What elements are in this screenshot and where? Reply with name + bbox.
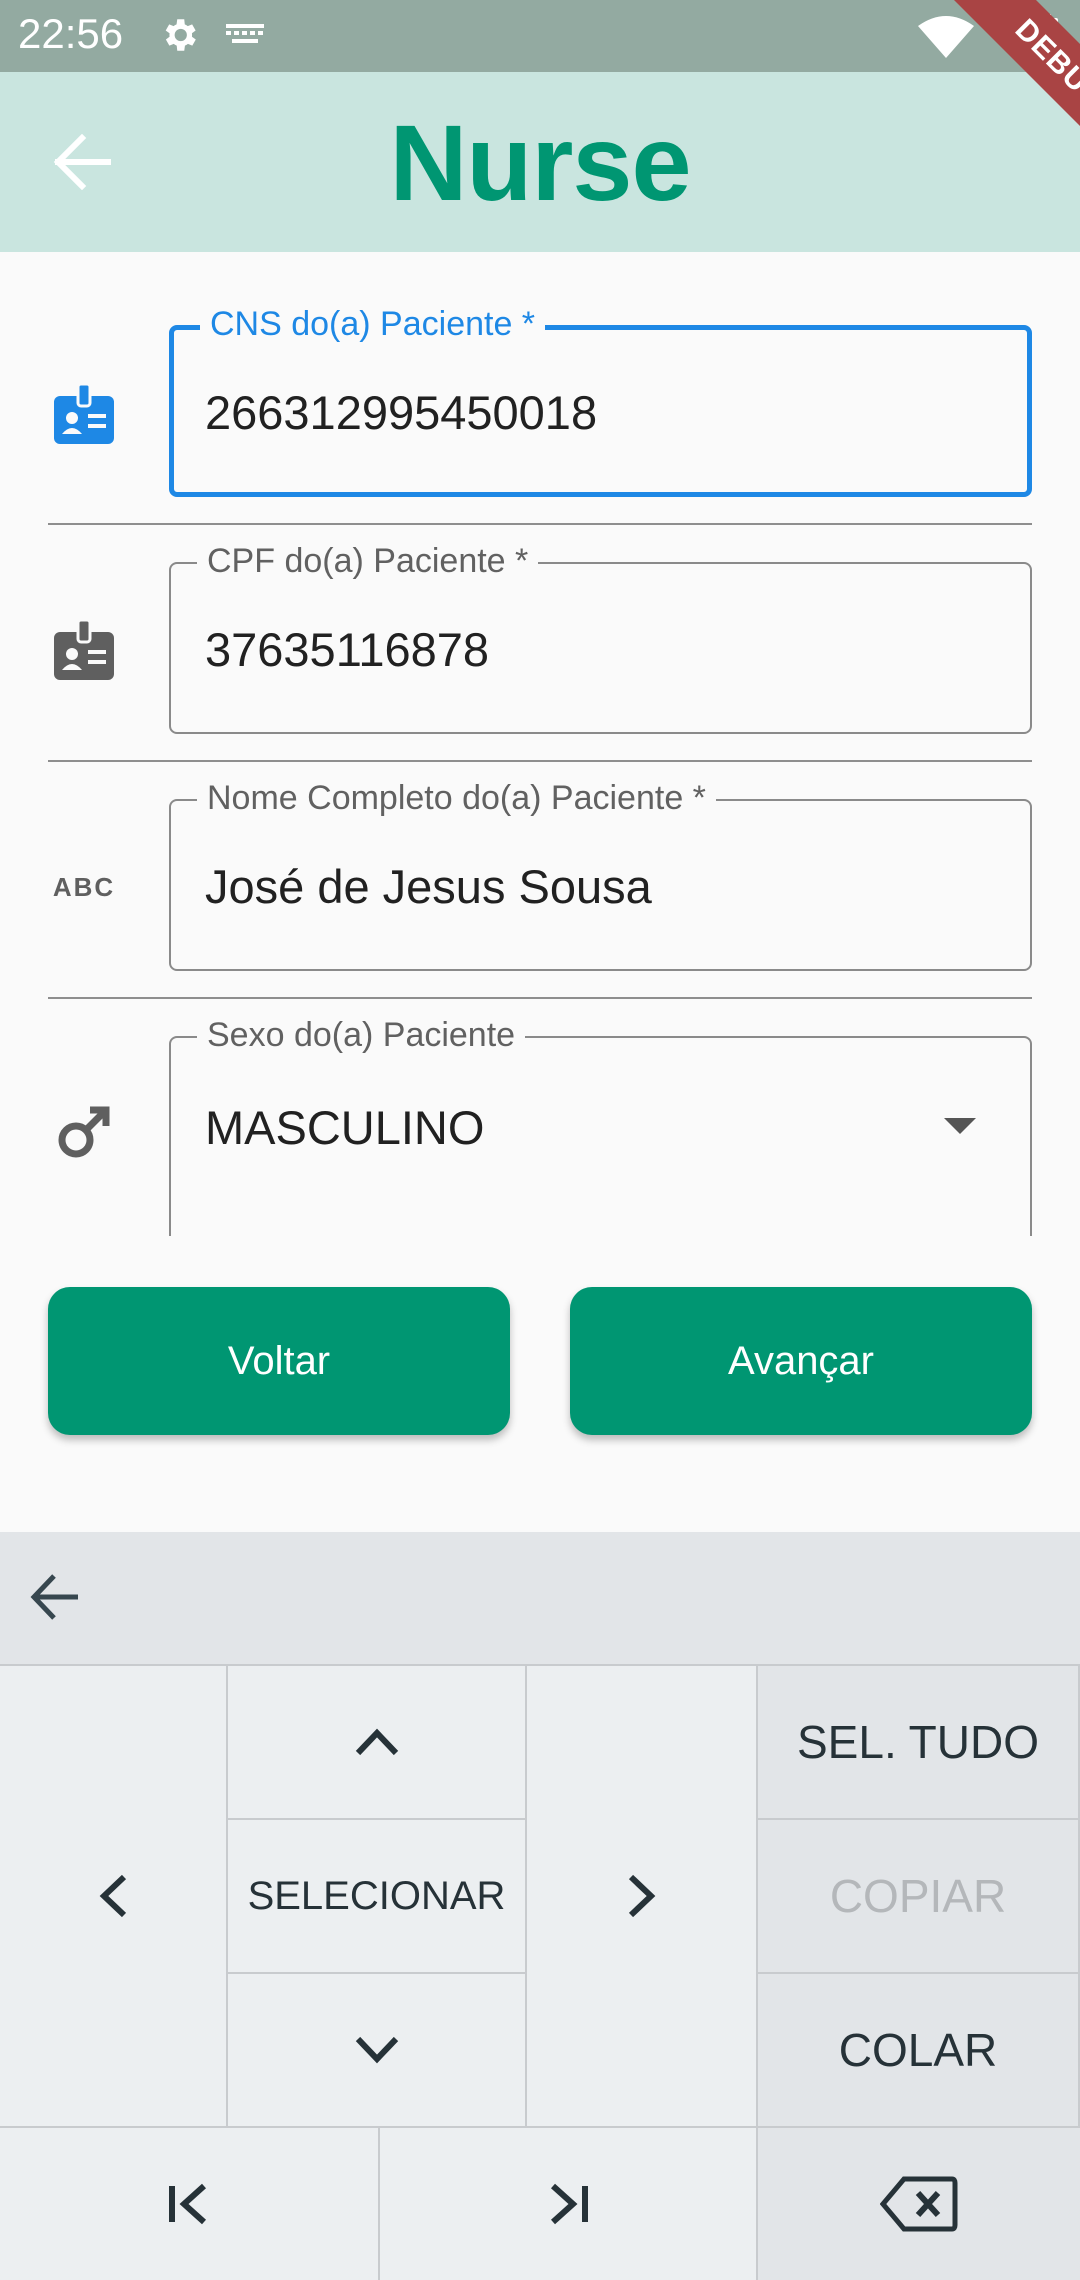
name-field[interactable]: Nome Completo do(a) Paciente * José de J… (169, 779, 1032, 971)
sex-select-value[interactable]: MASCULINO (205, 1100, 484, 1155)
cursor-end-key[interactable] (380, 2128, 758, 2280)
app-bar: Nurse (0, 72, 1080, 252)
paste-key[interactable]: COLAR (758, 1974, 1080, 2128)
page-title: Nurse (389, 102, 691, 223)
divider (48, 997, 1032, 999)
move-to-start-icon (169, 2183, 207, 2225)
back-button[interactable]: Voltar (48, 1287, 510, 1435)
badge-id-icon (54, 382, 114, 444)
sex-select[interactable]: Sexo do(a) Paciente MASCULINO (169, 1016, 1032, 1236)
male-gender-icon (58, 1106, 110, 1158)
status-bar: 22:56 (0, 0, 1080, 72)
cns-field-value[interactable]: 266312995450018 (205, 385, 597, 440)
cursor-home-key[interactable] (0, 2128, 380, 2280)
keyboard-icon (226, 24, 264, 43)
divider (48, 523, 1032, 525)
dropdown-arrow-icon[interactable] (944, 1118, 976, 1134)
next-button[interactable]: Avançar (570, 1287, 1032, 1435)
backspace-icon (880, 2176, 958, 2232)
name-field-value[interactable]: José de Jesus Sousa (205, 859, 652, 914)
select-key[interactable]: SELECIONAR (228, 1820, 527, 1974)
copy-key[interactable]: COPIAR (758, 1820, 1080, 1974)
keyboard-toolbar (0, 1532, 1080, 1666)
select-all-key[interactable]: SEL. TUDO (758, 1666, 1080, 1820)
cursor-left-key[interactable] (0, 1666, 228, 2128)
sex-select-label: Sexo do(a) Paciente (197, 1016, 526, 1055)
cursor-down-key[interactable] (228, 1974, 527, 2128)
backspace-key[interactable] (758, 2128, 1080, 2280)
cns-field-label: CNS do(a) Paciente * (200, 305, 546, 344)
cursor-right-key[interactable] (527, 1666, 758, 2128)
badge-id-icon (54, 618, 114, 680)
keyboard-back-arrow-icon[interactable] (28, 1572, 82, 1622)
chevron-left-icon (99, 1874, 127, 1918)
chevron-down-icon (355, 2036, 398, 2064)
cpf-field-value[interactable]: 37635116878 (205, 622, 489, 677)
chevron-up-icon (355, 1728, 398, 1756)
move-to-end-icon (550, 2183, 588, 2225)
chevron-right-icon (628, 1874, 655, 1918)
status-time: 22:56 (18, 10, 124, 57)
name-field-label: Nome Completo do(a) Paciente * (197, 779, 716, 818)
cpf-field[interactable]: CPF do(a) Paciente * 37635116878 (169, 542, 1032, 734)
settings-gear-icon (165, 19, 196, 51)
cursor-up-key[interactable] (228, 1666, 527, 1820)
divider (48, 760, 1032, 762)
abc-text-icon: ABC (52, 872, 116, 902)
wifi-icon (918, 16, 974, 58)
text-edit-keyboard: SELECIONAR SEL. TUDO COPIAR COLAR (0, 1532, 1080, 2280)
cns-field[interactable]: CNS do(a) Paciente * 266312995450018 (169, 305, 1032, 497)
cpf-field-label: CPF do(a) Paciente * (197, 542, 539, 581)
